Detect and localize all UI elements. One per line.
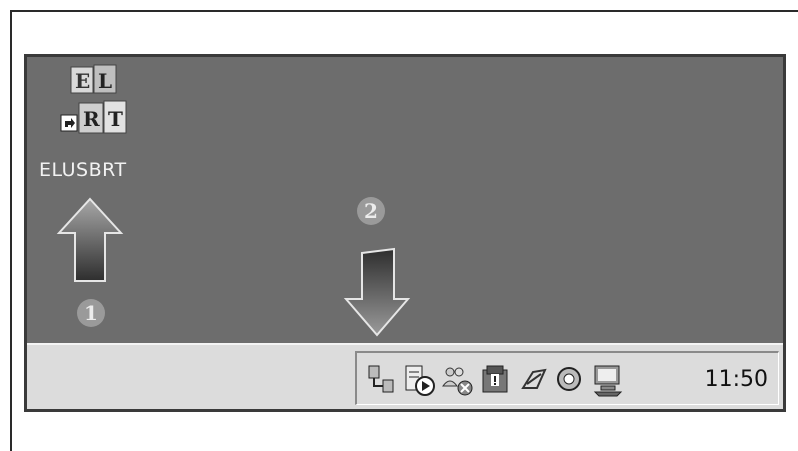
taskbar: 11:50 — [27, 343, 783, 409]
step-badge-2: 2 — [357, 197, 385, 225]
desktop-shortcut-label: ELUSBRT — [39, 159, 127, 181]
warning-security-icon[interactable] — [479, 362, 513, 398]
svg-text:R: R — [83, 107, 100, 131]
screen: E L R T ELUSBRT 1 2 11:50 — [24, 54, 786, 412]
svg-text:E: E — [75, 69, 90, 93]
users-disconnected-icon[interactable] — [441, 362, 475, 398]
elusbrt-blocks-icon: E L R T — [60, 64, 127, 134]
desktop[interactable]: E L R T ELUSBRT 1 2 — [27, 57, 783, 347]
tray-clock[interactable]: 11:50 — [705, 367, 768, 392]
computer-monitor-icon[interactable] — [591, 362, 625, 398]
media-player-icon[interactable] — [403, 362, 437, 398]
link-icon[interactable] — [517, 362, 551, 398]
down-arrow-icon — [343, 247, 411, 337]
network-icon[interactable] — [365, 362, 399, 398]
svg-text:T: T — [108, 107, 123, 131]
up-arrow-icon — [56, 197, 124, 282]
volume-icon[interactable] — [553, 362, 587, 398]
step-badge-1: 1 — [77, 299, 105, 327]
system-tray: 11:50 — [355, 351, 779, 405]
desktop-shortcut-elusbrt[interactable]: E L R T ELUSBRT — [35, 63, 145, 188]
svg-text:L: L — [98, 69, 112, 93]
